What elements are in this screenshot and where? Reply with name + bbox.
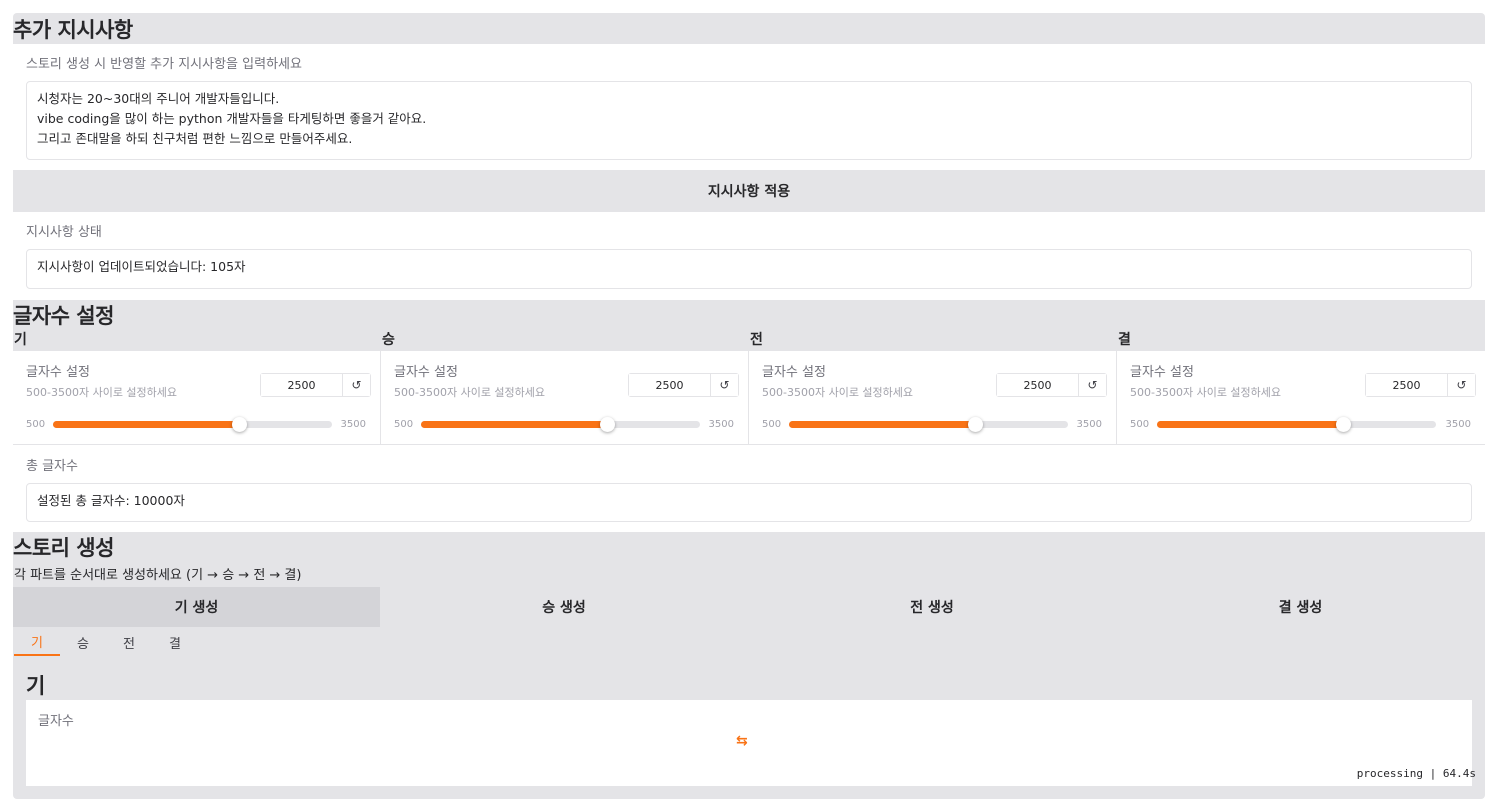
app-frame: 추가 지시사항 스토리 생성 시 반영할 추가 지시사항을 입력하세요 시청자는… [13, 13, 1485, 799]
total-length-panel: 총 글자수 설정된 총 글자수: 10000자 [13, 445, 1485, 532]
instructions-field-label: 스토리 생성 시 반영할 추가 지시사항을 입력하세요 [26, 57, 302, 72]
reset-icon[interactable]: ↺ [342, 374, 370, 396]
slider-track[interactable] [789, 417, 1068, 432]
loading-spinner-icon: ⇆ [736, 733, 748, 749]
length-number-input[interactable] [261, 374, 342, 396]
range-min: 500 [394, 419, 414, 430]
instructions-line: vibe coding을 많이 하는 python 개발자들을 타게팅하면 좋을… [37, 111, 427, 126]
section-heading: 기 [26, 674, 45, 698]
slider-info: 500-3500자 사이로 설정하세요 [1130, 386, 1282, 399]
column-title-jeon: 전 [750, 332, 763, 348]
output-label: 글자수 [38, 714, 74, 729]
number-input-group: ↺ [1365, 373, 1476, 397]
generate-seung-button[interactable]: 승 생성 [380, 587, 748, 627]
slider-thumb[interactable] [232, 417, 248, 432]
slider-thumb[interactable] [968, 417, 984, 432]
length-heading: 글자수 설정 [13, 304, 114, 328]
range-max: 3500 [340, 419, 366, 430]
slider-panel-seung: 글자수 설정 500-3500자 사이로 설정하세요 ↺ 500 3500 [381, 351, 748, 444]
instructions-line: 그리고 존대말을 하되 친구처럼 편한 느낌으로 만들어주세요. [37, 131, 353, 146]
slider-track[interactable] [1157, 417, 1436, 432]
range-max: 3500 [1445, 419, 1471, 430]
range-max: 3500 [708, 419, 734, 430]
total-length-value: 설정된 총 글자수: 10000자 [37, 493, 185, 508]
slider-fill [421, 421, 608, 428]
column-title-gyeol: 결 [1118, 332, 1131, 348]
length-number-input[interactable] [997, 374, 1078, 396]
progress-timer: processing | 64.4s [1356, 767, 1476, 780]
tab-jeon[interactable]: 전 [106, 628, 152, 656]
slider-fill [53, 421, 240, 428]
generate-gi-button[interactable]: 기 생성 [13, 587, 380, 627]
slider-thumb[interactable] [1336, 417, 1352, 432]
slider-label: 글자수 설정 [1130, 365, 1194, 380]
number-input-group: ↺ [260, 373, 371, 397]
total-length-textbox: 설정된 총 글자수: 10000자 [26, 483, 1472, 522]
slider-info: 500-3500자 사이로 설정하세요 [394, 386, 546, 399]
story-subtitle: 각 파트를 순서대로 생성하세요 (기 → 승 → 전 → 결) [14, 568, 302, 583]
range-min: 500 [762, 419, 782, 430]
status-label: 지시사항 상태 [26, 225, 102, 240]
slider-info: 500-3500자 사이로 설정하세요 [26, 386, 178, 399]
instructions-heading: 추가 지시사항 [13, 18, 133, 42]
story-heading: 스토리 생성 [13, 536, 114, 560]
tab-gi[interactable]: 기 [14, 628, 60, 656]
instructions-textarea[interactable]: 시청자는 20~30대의 주니어 개발자들입니다. vibe coding을 많… [26, 81, 1472, 160]
reset-icon[interactable]: ↺ [710, 374, 738, 396]
generate-gyeol-button[interactable]: 결 생성 [1116, 587, 1485, 627]
slider-track[interactable] [421, 417, 700, 432]
status-textbox: 지시사항이 업데이트되었습니다: 105자 [26, 249, 1472, 289]
column-title-gi: 기 [14, 332, 27, 348]
slider-fill [1157, 421, 1344, 428]
number-input-group: ↺ [628, 373, 739, 397]
number-input-group: ↺ [996, 373, 1107, 397]
status-value: 지시사항이 업데이트되었습니다: 105자 [37, 259, 246, 274]
slider-panel-gi: 글자수 설정 500-3500자 사이로 설정하세요 ↺ 500 3500 [13, 351, 380, 444]
slider-label: 글자수 설정 [762, 365, 826, 380]
reset-icon[interactable]: ↺ [1078, 374, 1106, 396]
generate-jeon-button[interactable]: 전 생성 [748, 587, 1116, 627]
tab-seung[interactable]: 승 [60, 628, 106, 656]
apply-instructions-button[interactable]: 지시사항 적용 [13, 170, 1485, 212]
slider-fill [789, 421, 976, 428]
total-length-label: 총 글자수 [26, 459, 78, 474]
instructions-panel: 스토리 생성 시 반영할 추가 지시사항을 입력하세요 시청자는 20~30대의… [13, 44, 1485, 170]
slider-panel-gyeol: 글자수 설정 500-3500자 사이로 설정하세요 ↺ 500 3500 [1117, 351, 1485, 444]
slider-info: 500-3500자 사이로 설정하세요 [762, 386, 914, 399]
slider-thumb[interactable] [600, 417, 616, 432]
output-panel: 글자수 [26, 700, 1472, 786]
tab-gyeol[interactable]: 결 [152, 628, 198, 656]
slider-label: 글자수 설정 [26, 365, 90, 380]
length-number-input[interactable] [629, 374, 710, 396]
status-panel: 지시사항 상태 지시사항이 업데이트되었습니다: 105자 [13, 212, 1485, 300]
range-min: 500 [26, 419, 46, 430]
range-max: 3500 [1076, 419, 1102, 430]
range-min: 500 [1130, 419, 1150, 430]
reset-icon[interactable]: ↺ [1447, 374, 1475, 396]
instructions-line: 시청자는 20~30대의 주니어 개발자들입니다. [37, 91, 280, 106]
slider-label: 글자수 설정 [394, 365, 458, 380]
slider-track[interactable] [53, 417, 332, 432]
length-number-input[interactable] [1366, 374, 1447, 396]
column-title-seung: 승 [382, 332, 395, 348]
slider-panel-jeon: 글자수 설정 500-3500자 사이로 설정하세요 ↺ 500 3500 [749, 351, 1116, 444]
